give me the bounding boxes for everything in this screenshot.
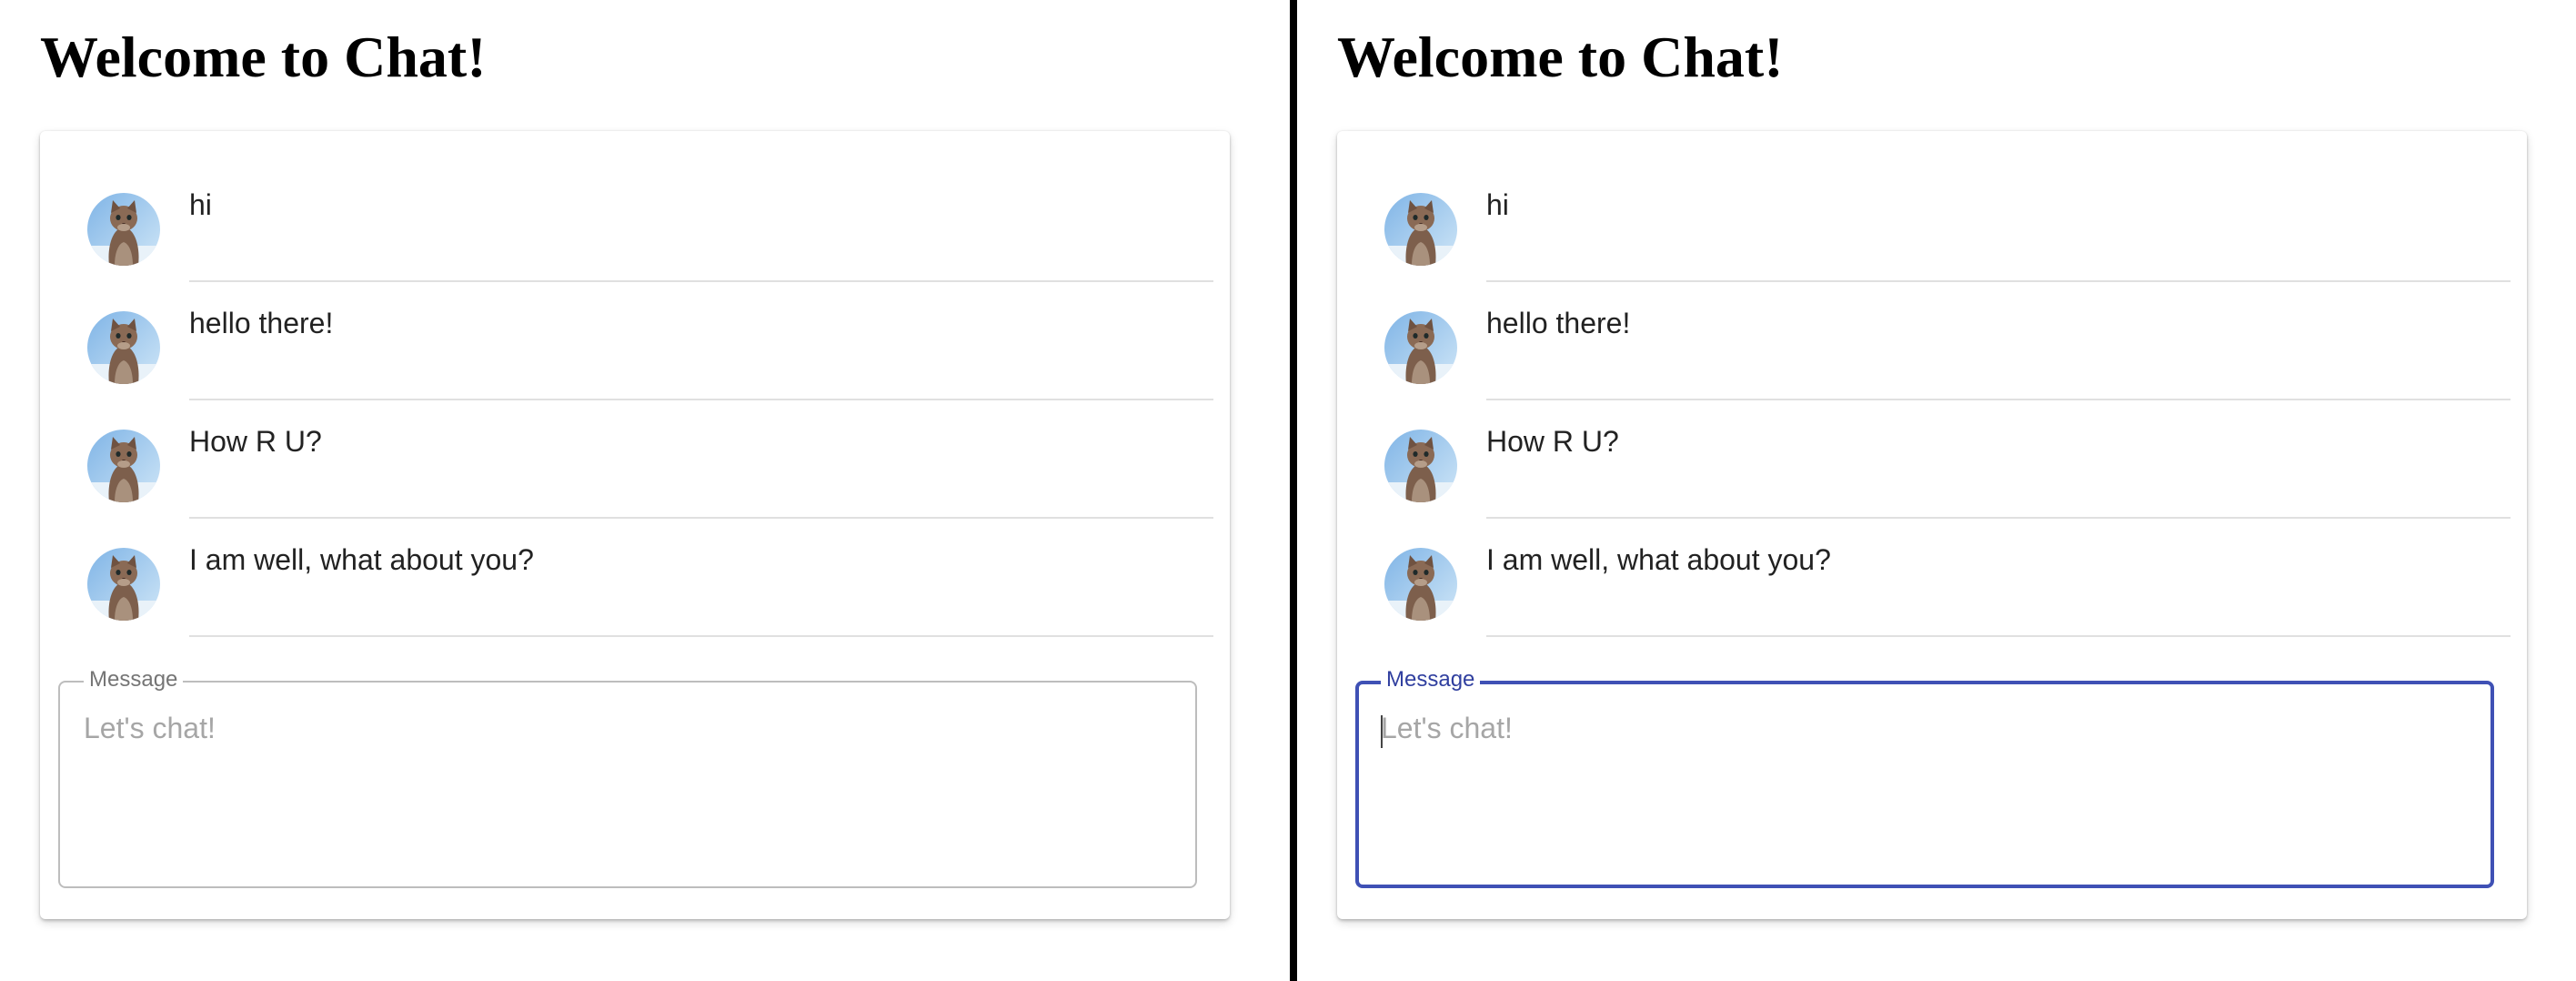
message-text: I am well, what about you? (189, 543, 534, 576)
cat-avatar-icon (1384, 548, 1457, 621)
message-divider (189, 635, 1213, 637)
message-row: hi (40, 131, 1230, 282)
message-input[interactable] (84, 712, 1166, 866)
message-field[interactable]: Message (1355, 667, 2494, 888)
chat-panel-unfocused: Welcome to Chat! hi hello there! How R U… (0, 0, 1290, 981)
message-text: hi (1486, 188, 1509, 221)
message-text: I am well, what about you? (1486, 543, 1831, 576)
message-input[interactable] (1381, 712, 2463, 866)
page-title: Welcome to Chat! (40, 25, 487, 89)
chat-card: hi hello there! How R U? I am well, what… (1337, 131, 2527, 919)
message-row: I am well, what about you? (1337, 486, 2527, 637)
message-text: hi (189, 188, 212, 221)
message-field-label: Message (1381, 667, 1481, 693)
message-row: hello there! (40, 249, 1230, 400)
message-row: I am well, what about you? (40, 486, 1230, 637)
message-row: How R U? (1337, 368, 2527, 519)
chat-card: hi hello there! How R U? I am well, what… (40, 131, 1230, 919)
message-divider (1486, 635, 2511, 637)
message-row: hi (1337, 131, 2527, 282)
message-text: How R U? (1486, 425, 1619, 458)
message-row: How R U? (40, 368, 1230, 519)
chat-panel-focused: Welcome to Chat! hi hello there! How R U… (1297, 0, 2576, 981)
message-text: How R U? (189, 425, 322, 458)
message-field[interactable]: Message (58, 667, 1197, 888)
message-field-label: Message (84, 667, 184, 693)
message-row: hello there! (1337, 249, 2527, 400)
message-text: hello there! (189, 307, 334, 339)
message-text: hello there! (1486, 307, 1631, 339)
comparison-divider (1290, 0, 1297, 981)
page-title: Welcome to Chat! (1337, 25, 1784, 89)
cat-avatar-icon (87, 548, 160, 621)
